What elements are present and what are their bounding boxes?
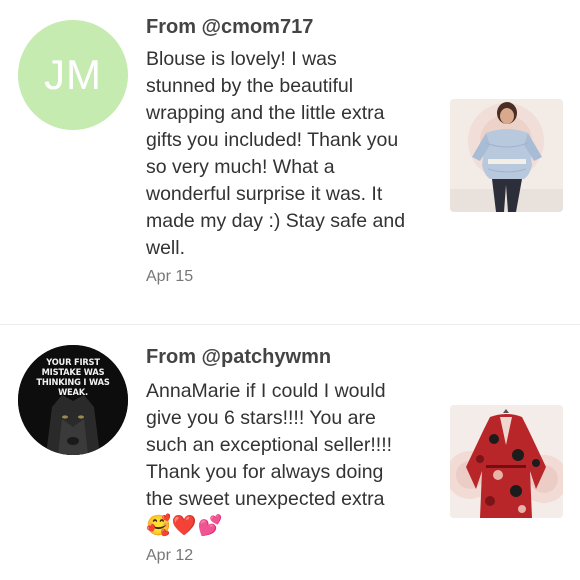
red-floral-dress-photo-image [450, 405, 563, 518]
comment-line: made my day :) Stay safe and [146, 210, 406, 232]
avatar[interactable]: JM [18, 20, 128, 130]
review-date: Apr 12 [146, 547, 194, 564]
comment-line: give you 6 stars!!!! You are [146, 407, 376, 429]
comment-line: wonderful surprise it was. It [146, 183, 383, 205]
comment-line: so very much! What a [146, 156, 335, 178]
comment-line: wrapping and the little extra [146, 102, 385, 124]
review-date: Apr 15 [146, 268, 194, 285]
blouse-photo-image [450, 99, 563, 212]
avatar-quote-text: YOUR FIRST MISTAKE WAS THINKING I WAS WE… [36, 358, 110, 398]
comment-line: Thank you for always doing [146, 461, 384, 483]
comment-line: gifts you included! Thank you [146, 129, 399, 151]
listing-thumbnail-dress[interactable] [450, 405, 563, 518]
listing-thumbnail-blouse[interactable] [450, 99, 563, 212]
comment-line: such an exceptional seller!!!! [146, 434, 393, 456]
comment-line: stunned by the beautiful [146, 75, 354, 97]
review-comment: AnnaMarie if I could I would give you 6 … [146, 378, 432, 540]
avatar-initials: JM [44, 51, 102, 98]
review-card: JM From @cmom717 Blouse is lovely! I was… [0, 0, 580, 324]
review-comment: Blouse is lovely! I was stunned by the b… [146, 46, 432, 262]
comment-line: AnnaMarie if I could I would [146, 380, 386, 402]
comment-line: the sweet unexpected extra [146, 488, 385, 510]
review-card: YOUR FIRST MISTAKE WAS THINKING I WAS WE… [0, 325, 580, 580]
review-author[interactable]: From @patchywmn [146, 346, 331, 369]
review-author[interactable]: From @cmom717 [146, 16, 313, 39]
comment-line: Blouse is lovely! I was [146, 48, 337, 70]
comment-line: well. [146, 237, 186, 259]
emoji-line: 🥰❤️💕 [146, 515, 224, 537]
avatar[interactable]: YOUR FIRST MISTAKE WAS THINKING I WAS WE… [18, 345, 128, 455]
